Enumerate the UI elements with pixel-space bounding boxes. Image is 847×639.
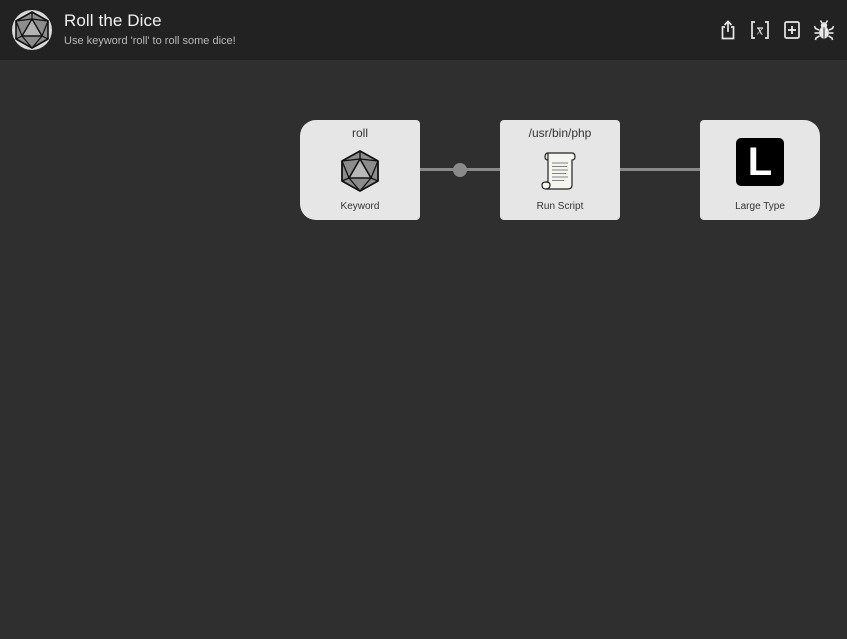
scroll-icon bbox=[537, 148, 583, 194]
run-script-node-label: Run Script bbox=[536, 201, 584, 212]
bug-icon bbox=[813, 20, 835, 41]
workflow-header: Roll the Dice Use keyword 'roll' to roll… bbox=[0, 0, 847, 60]
connection-handle[interactable] bbox=[453, 163, 467, 177]
script-language: /usr/bin/php bbox=[528, 126, 592, 140]
svg-text:x: x bbox=[757, 24, 764, 38]
d20-dice-icon bbox=[11, 9, 53, 51]
run-script-node[interactable]: /usr/bin/php Run Script bbox=[500, 120, 620, 220]
share-icon bbox=[721, 20, 735, 40]
d20-dice-icon bbox=[337, 148, 383, 194]
add-box-icon bbox=[784, 21, 800, 39]
workflow-title: Roll the Dice bbox=[64, 11, 162, 30]
add-object-button[interactable] bbox=[781, 18, 803, 42]
keyword-value: roll bbox=[351, 126, 368, 140]
connection-script-to-largetype[interactable] bbox=[620, 168, 700, 171]
debug-button[interactable] bbox=[813, 18, 835, 42]
workflow-subtitle: Use keyword 'roll' to roll some dice! bbox=[64, 35, 236, 47]
workflow-editor: Roll the Dice Use keyword 'roll' to roll… bbox=[0, 0, 847, 639]
large-type-node-label: Large Type bbox=[735, 201, 785, 212]
large-type-glyph: L bbox=[736, 138, 784, 186]
share-button[interactable] bbox=[717, 18, 739, 42]
variables-icon: x bbox=[751, 21, 769, 39]
variables-button[interactable]: x bbox=[749, 18, 771, 42]
workflow-canvas[interactable]: roll Keyword /usr/bin/php Run Script L L… bbox=[0, 60, 847, 639]
large-type-icon: L bbox=[736, 138, 784, 186]
keyword-node-label: Keyword bbox=[340, 201, 380, 212]
keyword-node[interactable]: roll Keyword bbox=[300, 120, 420, 220]
large-type-node[interactable]: L Large Type bbox=[700, 120, 820, 220]
header-toolbar: x bbox=[717, 18, 835, 42]
